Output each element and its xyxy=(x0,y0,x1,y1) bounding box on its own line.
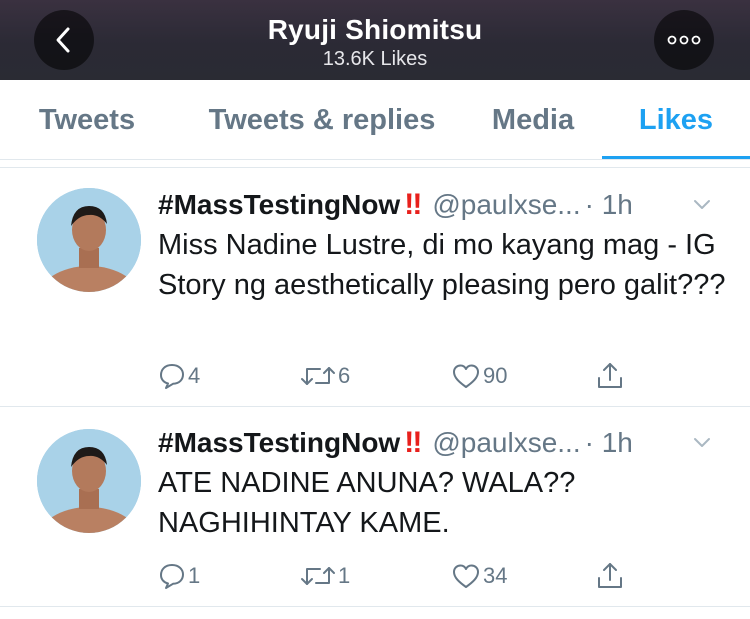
avatar[interactable] xyxy=(37,429,141,533)
reply-count: 1 xyxy=(188,563,201,588)
chevron-down-icon[interactable] xyxy=(690,431,714,455)
profile-tabs: Tweets Tweets & replies Media Likes xyxy=(0,80,750,160)
reply-icon xyxy=(160,564,184,589)
reply-icon xyxy=(160,364,184,389)
reply-count: 4 xyxy=(188,363,201,388)
tweet-card[interactable]: #MassTestingNow ‼ @paulxse... · 1h ATE N… xyxy=(0,407,750,607)
heart-icon xyxy=(453,364,479,388)
reply-button[interactable]: 4 xyxy=(158,359,200,393)
tab-media[interactable]: Media xyxy=(478,80,588,160)
tweet-text: ATE NADINE ANUNA? WALA?? NAGHIHINTAY KAM… xyxy=(158,467,576,539)
double-exclamation-emoji: ‼ xyxy=(404,426,422,459)
tweet-text: Miss Nadine Lustre, di mo kayang mag - I… xyxy=(158,229,726,301)
like-count: 34 xyxy=(483,563,508,588)
double-exclamation-emoji: ‼ xyxy=(404,188,422,221)
heart-icon xyxy=(453,564,479,588)
display-name[interactable]: #MassTestingNow xyxy=(158,189,400,221)
retweet-icon xyxy=(301,367,335,385)
share-icon xyxy=(598,563,622,588)
display-name[interactable]: #MassTestingNow xyxy=(158,427,400,459)
likes-count: 13.6K Likes xyxy=(322,48,428,70)
retweet-icon xyxy=(301,567,335,585)
avatar-image xyxy=(37,429,141,533)
more-button[interactable] xyxy=(654,10,714,70)
tweet-actions: 4 6 90 xyxy=(158,359,718,393)
tab-tweets-replies[interactable]: Tweets & replies xyxy=(196,80,448,160)
section-divider xyxy=(0,160,750,168)
like-count: 90 xyxy=(483,363,508,388)
like-button[interactable]: 90 xyxy=(451,359,507,393)
profile-name: Ryuji Shiomitsu xyxy=(267,14,483,45)
tweet-header: #MassTestingNow ‼ @paulxse... · 1h xyxy=(158,187,633,223)
tweet-card[interactable]: #MassTestingNow ‼ @paulxse... · 1h Miss … xyxy=(0,169,750,407)
share-icon xyxy=(598,363,622,388)
more-dots-icon xyxy=(667,35,701,45)
tab-tweets[interactable]: Tweets xyxy=(22,80,152,160)
retweet-count: 6 xyxy=(338,363,351,388)
chevron-down-icon[interactable] xyxy=(690,193,714,217)
tab-likes[interactable]: Likes xyxy=(602,80,750,160)
user-handle[interactable]: @paulxse... xyxy=(432,427,580,459)
tweet-actions: 1 1 34 xyxy=(158,559,718,593)
share-button[interactable] xyxy=(596,559,624,593)
retweet-count: 1 xyxy=(338,563,351,588)
user-handle[interactable]: @paulxse... xyxy=(432,189,580,221)
share-button[interactable] xyxy=(596,359,624,393)
tweet-header: #MassTestingNow ‼ @paulxse... · 1h xyxy=(158,425,633,461)
retweet-button[interactable]: 6 xyxy=(300,359,350,393)
active-tab-indicator xyxy=(602,156,750,159)
avatar-image xyxy=(37,188,141,292)
retweet-button[interactable]: 1 xyxy=(300,559,350,593)
tweet-time: · 1h xyxy=(584,189,633,220)
reply-button[interactable]: 1 xyxy=(158,559,200,593)
profile-header: Ryuji Shiomitsu 13.6K Likes xyxy=(0,0,750,80)
like-button[interactable]: 34 xyxy=(451,559,507,593)
avatar[interactable] xyxy=(37,188,141,292)
tweet-time: · 1h xyxy=(584,427,633,458)
